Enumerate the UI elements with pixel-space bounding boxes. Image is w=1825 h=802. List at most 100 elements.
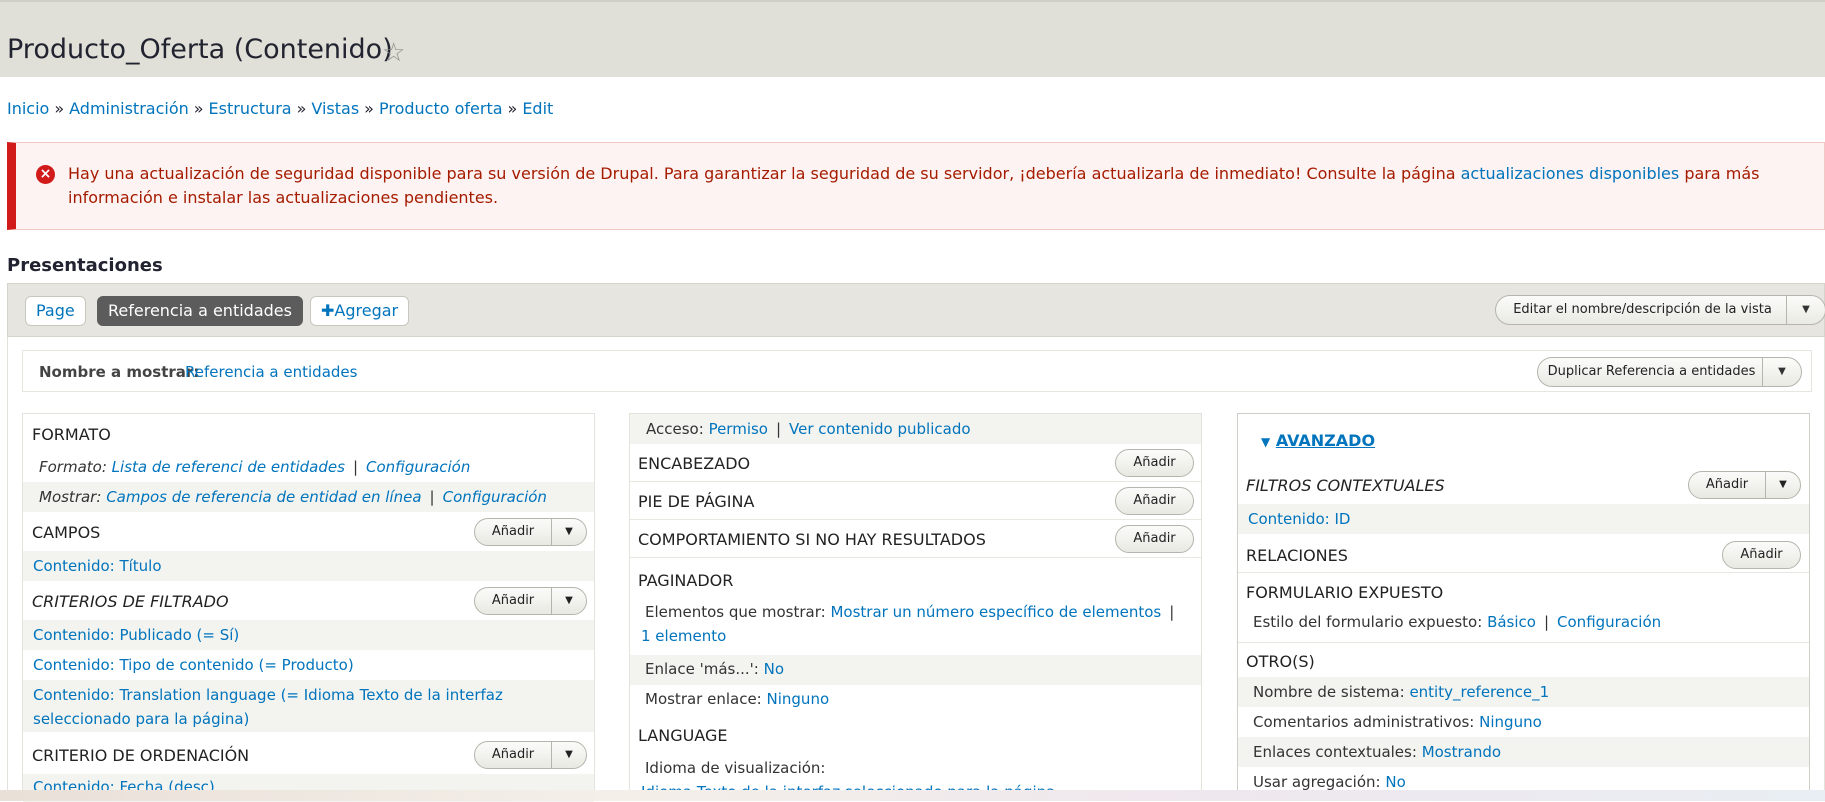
list-item: Contenido: Publicado (= Sí) (23, 620, 594, 650)
list-item: Contenido: Translation language (= Idiom… (23, 680, 594, 732)
show-link[interactable]: Campos de referencia de entidad en línea (106, 488, 421, 506)
show-link-row: Mostrar enlace: Ninguno (645, 690, 830, 708)
encabezado-title: ENCABEZADO (638, 454, 751, 473)
system-name-link[interactable]: entity_reference_1 (1409, 683, 1549, 701)
security-alert: × Hay una actualización de seguridad dis… (7, 142, 1825, 230)
no-results-row: COMPORTAMIENTO SI NO HAY RESULTADOS Añad… (630, 520, 1201, 558)
display-name-row: Nombre a mostrar: Referencia a entidades… (22, 350, 1812, 392)
language-label: Idioma de visualización: (645, 759, 826, 777)
chevron-down-icon[interactable]: ▼ (1765, 472, 1800, 498)
aggregation-link[interactable]: No (1385, 773, 1405, 791)
show-config-link[interactable]: Configuración (443, 488, 547, 506)
list-item: Contenido: Tipo de contenido (= Producto… (23, 650, 594, 680)
pager-elemento-link[interactable]: 1 elemento (641, 627, 726, 645)
display-name-link[interactable]: Referencia a entidades (185, 363, 357, 381)
contextual-links-row: Enlaces contextuales: Mostrando (1238, 737, 1809, 767)
encabezado-add-button[interactable]: Añadir (1115, 449, 1194, 477)
edit-view-name-button[interactable]: Editar el nombre/descripción de la vista… (1495, 295, 1825, 325)
filter-tipo-link[interactable]: Contenido: Tipo de contenido (= Producto… (33, 656, 354, 674)
page-title: Producto_Oferta (Contenido) (7, 34, 393, 65)
campos-add-button[interactable]: Añadir ▼ (474, 518, 587, 546)
system-name-row: Nombre de sistema: entity_reference_1 (1238, 677, 1809, 707)
exposed-form-row: Estilo del formulario expuesto: Básico | C… (1253, 613, 1662, 631)
campos-title: CAMPOS (32, 523, 101, 542)
duplicate-display-button[interactable]: Duplicar Referencia a entidades ▼ (1537, 357, 1802, 387)
contextual-links-link[interactable]: Mostrando (1422, 743, 1501, 761)
contextual-filters-add-button[interactable]: Añadir ▼ (1688, 471, 1801, 499)
field-titulo-link[interactable]: Contenido: Título (33, 557, 162, 575)
access-permiso-link[interactable]: Permiso (709, 420, 768, 438)
format-link[interactable]: Lista de referenci de entidades (112, 458, 345, 476)
chevron-down-icon[interactable]: ▼ (1786, 296, 1825, 324)
plus-icon: ✚ (321, 301, 335, 320)
more-link-row: Enlace 'más...': No (630, 655, 1201, 685)
pager-items-row: Elementos que mostrar: Mostrar un número… (641, 603, 1175, 645)
chevron-down-icon[interactable]: ▼ (1762, 358, 1801, 386)
filter-language-link[interactable]: Contenido: Translation language (= Idiom… (33, 686, 503, 704)
chevron-down-icon[interactable]: ▼ (551, 588, 586, 614)
paginador-title: PAGINADOR (638, 571, 734, 590)
page-header: Producto_Oferta (Contenido) ☆ (0, 0, 1825, 77)
tab-page[interactable]: Page (25, 296, 86, 326)
breadcrumb-estructura[interactable]: Estructura (209, 99, 292, 118)
updates-link[interactable]: actualizaciones disponibles (1461, 164, 1680, 183)
filtros-add-button[interactable]: Añadir ▼ (474, 587, 587, 615)
filter-publicado-link[interactable]: Contenido: Publicado (= Sí) (33, 626, 239, 644)
breadcrumb-edit[interactable]: Edit (522, 99, 553, 118)
admin-comments-row: Comentarios administrativos: Ninguno (1253, 713, 1542, 731)
relations-title: RELACIONES (1246, 546, 1348, 565)
display-name-label: Nombre a mostrar: (39, 363, 200, 381)
format-config-link[interactable]: Configuración (366, 458, 470, 476)
right-column: ▼ AVANZADO FILTROS CONTEXTUALES Añadir ▼ … (1237, 413, 1810, 801)
left-column: FORMATO Formato: Lista de referenci de e… (22, 413, 595, 802)
more-link-value[interactable]: No (764, 660, 784, 678)
triangle-down-icon: ▼ (1261, 435, 1271, 449)
chevron-down-icon[interactable]: ▼ (551, 742, 586, 768)
add-display-button[interactable]: ✚Agregar (310, 296, 410, 326)
x-circle-icon: × (36, 165, 55, 184)
other-title: OTRO(S) (1246, 652, 1315, 671)
relations-add-button[interactable]: Añadir (1722, 541, 1801, 569)
filter-language-link-cont[interactable]: seleccionado para la página) (33, 710, 249, 728)
middle-column: Acceso: Permiso | Ver contenido publicado … (629, 413, 1202, 801)
list-item: Contenido: ID (1238, 504, 1809, 534)
star-icon[interactable]: ☆ (382, 38, 405, 68)
format-row: Formato: Lista de referenci de entidades… (39, 458, 471, 476)
chevron-down-icon[interactable]: ▼ (551, 519, 586, 545)
list-item: Contenido: Título (23, 551, 594, 581)
show-row: Mostrar: Campos de referencia de entidad… (23, 482, 594, 512)
tab-referencia-entidades[interactable]: Referencia a entidades (97, 296, 303, 326)
breadcrumb-producto-oferta[interactable]: Producto oferta (379, 99, 503, 118)
no-results-add-button[interactable]: Añadir (1115, 525, 1194, 553)
access-ver-link[interactable]: Ver contenido publicado (789, 420, 970, 438)
alert-message: Hay una actualización de seguridad dispo… (68, 164, 1760, 207)
exposed-config-link[interactable]: Configuración (1557, 613, 1661, 631)
language-title: LANGUAGE (638, 726, 728, 745)
contextual-filters-title: FILTROS CONTEXTUALES (1246, 476, 1445, 495)
displays-bar: Page Referencia a entidades ✚Agregar Edi… (7, 283, 1825, 337)
orden-title: CRITERIO DE ORDENACIÓN (32, 746, 250, 765)
divider (1238, 572, 1809, 573)
exposed-form-title: FORMULARIO EXPUESTO (1246, 583, 1444, 602)
contextual-id-link[interactable]: Contenido: ID (1248, 510, 1350, 528)
no-results-title: COMPORTAMIENTO SI NO HAY RESULTADOS (638, 530, 986, 549)
exposed-style-link[interactable]: Básico (1487, 613, 1536, 631)
pie-add-button[interactable]: Añadir (1115, 487, 1194, 515)
encabezado-row: ENCABEZADO Añadir (630, 444, 1201, 482)
breadcrumb-inicio[interactable]: Inicio (7, 99, 49, 118)
pager-items-link[interactable]: Mostrar un número específico de elemento… (830, 603, 1161, 621)
breadcrumb-administracion[interactable]: Administración (69, 99, 189, 118)
divider (1238, 642, 1809, 643)
admin-comments-link[interactable]: Ninguno (1479, 713, 1542, 731)
pie-row: PIE DE PÁGINA Añadir (630, 482, 1201, 520)
displays-title: Presentaciones (7, 255, 163, 276)
access-row: Acceso: Permiso | Ver contenido publicado (630, 414, 1201, 444)
show-link-value[interactable]: Ninguno (767, 690, 830, 708)
formato-title: FORMATO (32, 425, 111, 444)
orden-add-button[interactable]: Añadir ▼ (474, 741, 587, 769)
advanced-toggle[interactable]: ▼ AVANZADO (1261, 431, 1375, 450)
breadcrumb-vistas[interactable]: Vistas (311, 99, 359, 118)
pie-title: PIE DE PÁGINA (638, 492, 755, 511)
filtros-title: CRITERIOS DE FILTRADO (32, 592, 229, 611)
window-bottom-edge (0, 790, 1825, 801)
